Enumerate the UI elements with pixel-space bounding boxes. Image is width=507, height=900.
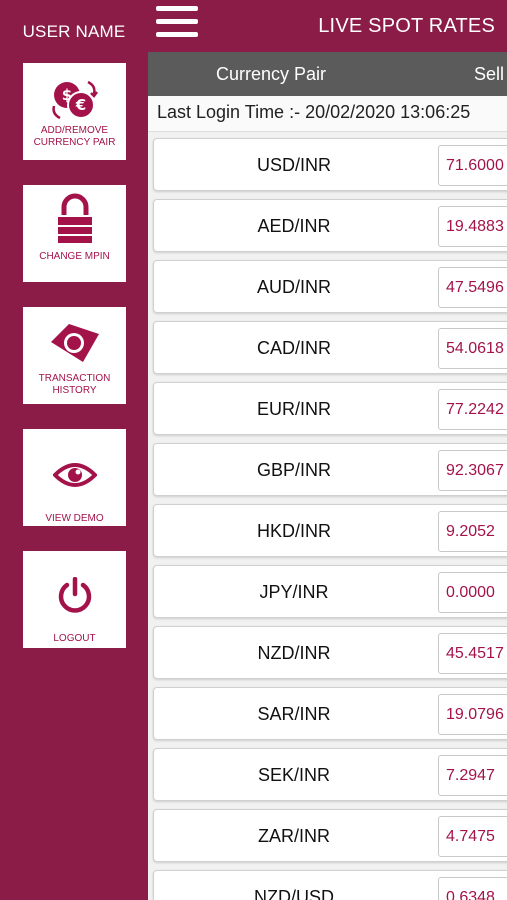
currency-pair: AED/INR: [257, 216, 331, 236]
sell-rate: 0.0000: [438, 572, 507, 613]
user-name: USER NAME: [22, 22, 126, 41]
currency-pair: JPY/INR: [259, 582, 329, 602]
column-header-currency-pair: Currency Pair: [216, 64, 327, 84]
column-header-sell: Sell: [474, 64, 505, 84]
change-mpin-button[interactable]: CHANGE MPIN: [23, 185, 126, 282]
sell-rate: 47.5496: [438, 267, 507, 308]
sell-rate: 0.6348: [438, 877, 507, 900]
currency-pair: USD/INR: [256, 155, 331, 175]
logout-button[interactable]: LOGOUT: [23, 551, 126, 648]
lock-icon: [55, 193, 95, 243]
eye-icon: [52, 451, 97, 499]
add-remove-currency-pair-label: ADD/REMOVE CURRENCY PAIR: [33, 125, 116, 148]
rate-row[interactable]: SAR/INR 19.0796: [153, 687, 507, 740]
currency-pair: GBP/INR: [256, 460, 331, 480]
currency-pair: EUR/INR: [256, 399, 331, 419]
currency-pair: SAR/INR: [257, 704, 331, 724]
rate-row[interactable]: AED/INR 19.4883: [153, 199, 507, 252]
page-title: LIVE SPOT RATES: [318, 15, 495, 37]
logout-label: LOGOUT: [53, 633, 96, 644]
sell-rate: 4.7475: [438, 816, 507, 857]
sell-rate: 19.0796: [438, 694, 507, 735]
currency-pair: NZD/INR: [257, 643, 331, 663]
svg-text:$: $: [61, 86, 71, 104]
rate-row[interactable]: EUR/INR 77.2242: [153, 382, 507, 435]
sell-rate: 54.0618: [438, 328, 507, 369]
rate-row[interactable]: SEK/INR 7.2947: [153, 748, 507, 801]
table-header: Currency Pair Sell: [148, 52, 507, 96]
view-demo-label: VIEW DEMO: [45, 513, 104, 524]
sell-rate: 19.4883: [438, 206, 507, 247]
sell-rate: 45.4517: [438, 633, 507, 674]
transaction-history-label: TRANSACTION HISTORY: [38, 373, 111, 396]
currency-pair: CAD/INR: [256, 338, 331, 358]
last-login-time: Last Login Time :- 20/02/2020 13:06:25: [148, 96, 507, 132]
rate-row[interactable]: CAD/INR 54.0618: [153, 321, 507, 374]
sell-rate: 7.2947: [438, 755, 507, 796]
view-demo-button[interactable]: VIEW DEMO: [23, 429, 126, 526]
rate-row[interactable]: AUD/INR 47.5496: [153, 260, 507, 313]
power-icon: [57, 571, 93, 619]
transaction-history-icon: [47, 319, 103, 367]
sell-rate: 92.3067: [438, 450, 507, 491]
add-remove-currency-pair-button[interactable]: $ € ADD/REMOVE CURRENCY PAIR: [23, 63, 126, 160]
sell-rate: 9.2052: [438, 511, 507, 552]
rate-row[interactable]: GBP/INR 92.3067: [153, 443, 507, 496]
rate-row[interactable]: ZAR/INR 4.7475: [153, 809, 507, 862]
transaction-history-button[interactable]: TRANSACTION HISTORY: [23, 307, 126, 404]
rate-row[interactable]: HKD/INR 9.2052: [153, 504, 507, 557]
hamburger-menu-icon[interactable]: [156, 6, 198, 42]
currency-pair: SEK/INR: [257, 765, 331, 785]
rate-row[interactable]: USD/INR 71.6000: [153, 138, 507, 191]
currency-pair: AUD/INR: [256, 277, 331, 297]
sell-rate: 71.6000: [438, 145, 507, 186]
currency-pair: HKD/INR: [256, 521, 331, 541]
sell-rate: 77.2242: [438, 389, 507, 430]
rate-row[interactable]: NZD/INR 45.4517: [153, 626, 507, 679]
currency-pair: ZAR/INR: [258, 826, 330, 846]
svg-text:€: €: [74, 96, 85, 114]
currency-pair: NZD/USD: [254, 887, 334, 900]
sidebar: USER NAME $ € ADD/REMOVE CURRENCY PAIR C…: [0, 0, 148, 900]
rates-panel: Currency Pair Sell Last Login Time :- 20…: [148, 52, 507, 900]
change-mpin-label: CHANGE MPIN: [39, 251, 110, 262]
rate-row[interactable]: JPY/INR 0.0000: [153, 565, 507, 618]
currency-exchange-icon: $ €: [50, 77, 100, 125]
rate-row[interactable]: NZD/USD 0.6348: [153, 870, 507, 900]
